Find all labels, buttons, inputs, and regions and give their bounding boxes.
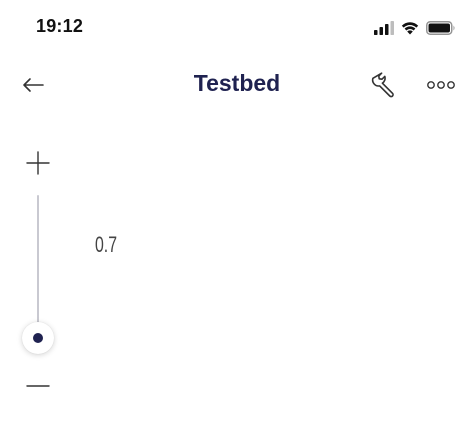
wifi-icon — [401, 22, 419, 35]
page-title: Testbed — [193, 70, 281, 96]
more-button[interactable] — [424, 72, 458, 98]
minus-icon — [26, 385, 50, 387]
wrench-button[interactable] — [366, 68, 400, 102]
app-screen: 19:12 Testbed 0.7 — [0, 0, 474, 434]
more-horizontal-icon — [427, 81, 455, 89]
wrench-icon — [371, 72, 394, 98]
status-time: 19:12 — [36, 16, 84, 36]
status-icons — [374, 18, 456, 38]
slider-thumb-dot — [33, 333, 43, 343]
slider-track[interactable] — [37, 195, 39, 325]
plus-icon — [26, 151, 50, 175]
status-icons-svg — [374, 21, 455, 35]
cellular-signal-icon — [374, 21, 394, 35]
slider-thumb[interactable] — [22, 322, 54, 354]
slider-decrease-button[interactable] — [24, 372, 52, 400]
slider-value-label: 0.7 — [95, 232, 118, 257]
battery-icon — [426, 21, 455, 35]
slider-increase-button[interactable] — [24, 149, 52, 177]
